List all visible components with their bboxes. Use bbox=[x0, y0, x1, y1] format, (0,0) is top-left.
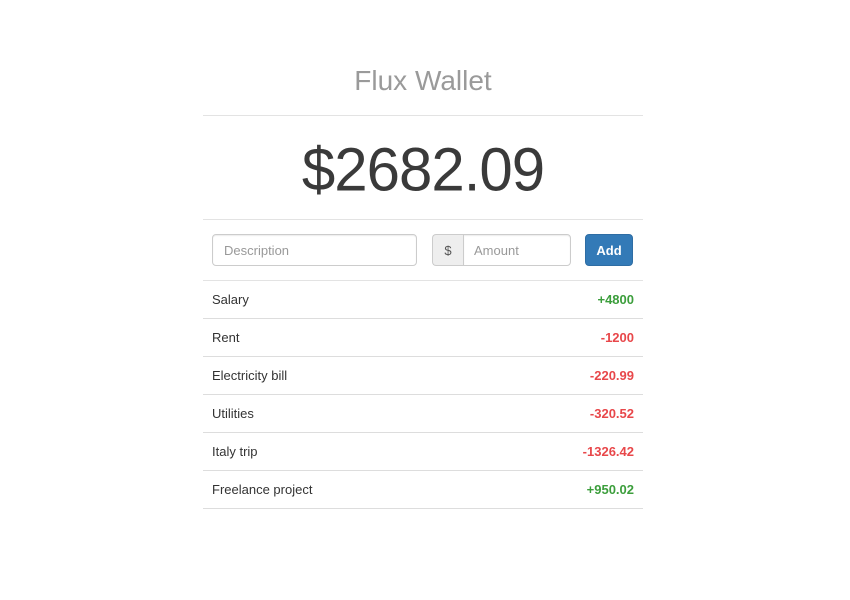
transaction-row: Italy trip -1326.42 bbox=[203, 433, 643, 471]
transaction-description: Italy trip bbox=[212, 444, 258, 459]
app-title: Flux Wallet bbox=[354, 65, 492, 96]
transaction-amount: -320.52 bbox=[589, 406, 634, 421]
balance-amount: $2682.09 bbox=[301, 135, 545, 204]
transaction-description: Salary bbox=[212, 292, 249, 307]
transaction-amount: +950.02 bbox=[586, 482, 634, 497]
transaction-amount: -220.99 bbox=[589, 368, 634, 383]
balance-display: $2682.09 bbox=[203, 116, 643, 219]
transaction-row: Rent -1200 bbox=[203, 319, 643, 357]
amount-input-group: $ bbox=[432, 234, 571, 266]
description-input[interactable] bbox=[212, 234, 417, 266]
add-button[interactable]: Add bbox=[585, 234, 633, 266]
transaction-row: Utilities -320.52 bbox=[203, 395, 643, 433]
add-transaction-form: $ Add bbox=[203, 220, 643, 280]
transaction-description: Freelance project bbox=[212, 482, 313, 497]
transaction-amount: -1326.42 bbox=[582, 444, 634, 459]
transaction-row: Electricity bill -220.99 bbox=[203, 357, 643, 395]
transaction-description: Electricity bill bbox=[212, 368, 288, 383]
amount-input[interactable] bbox=[463, 234, 571, 266]
transaction-row: Salary +4800 bbox=[203, 281, 643, 319]
transaction-list: Salary +4800 Rent -1200 Electricity bill… bbox=[203, 281, 643, 509]
transaction-description: Rent bbox=[212, 330, 240, 345]
transaction-amount: +4800 bbox=[597, 292, 634, 307]
wallet-app: Flux Wallet $2682.09 $ Add Salary +4800 … bbox=[203, 0, 643, 509]
transaction-row: Freelance project +950.02 bbox=[203, 471, 643, 509]
currency-addon: $ bbox=[432, 234, 463, 266]
transaction-description: Utilities bbox=[212, 406, 254, 421]
transaction-amount: -1200 bbox=[600, 330, 634, 345]
